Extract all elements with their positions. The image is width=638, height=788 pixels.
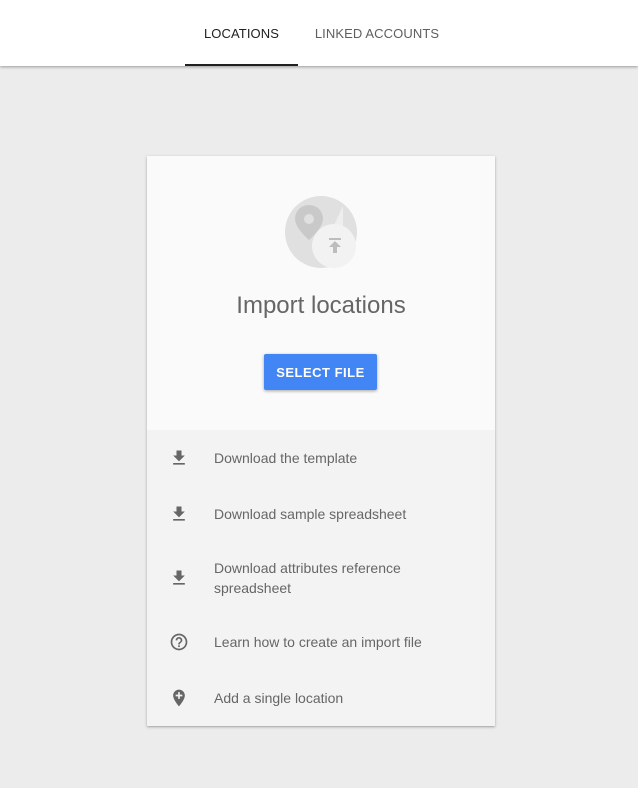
select-file-button[interactable]: SELECT FILE — [264, 354, 377, 390]
action-download-sample[interactable]: Download sample spreadsheet — [147, 486, 495, 542]
action-download-attributes[interactable]: Download attributes reference spreadshee… — [147, 542, 495, 612]
tab-locations[interactable]: LOCATIONS — [185, 0, 298, 66]
import-card: Import locations SELECT FILE Download th… — [147, 156, 495, 726]
download-icon — [173, 506, 185, 521]
download-icon — [173, 570, 185, 585]
action-learn-import-file[interactable]: Learn how to create an import file — [147, 612, 495, 670]
action-label: Add a single location — [214, 690, 344, 706]
action-label: Download the template — [214, 450, 358, 466]
action-label: Learn how to create an import file — [214, 634, 422, 650]
action-add-single-location[interactable]: Add a single location — [147, 670, 495, 726]
import-card-header: Import locations SELECT FILE — [147, 156, 495, 430]
download-icon — [173, 450, 185, 465]
tab-linked-accounts[interactable]: LINKED ACCOUNTS — [306, 0, 448, 66]
action-label: Download sample spreadsheet — [214, 506, 407, 522]
action-download-template[interactable]: Download the template — [147, 430, 495, 486]
top-tab-bar: LOCATIONS LINKED ACCOUNTS — [0, 0, 638, 66]
page-title: Import locations — [236, 292, 406, 319]
location-upload-icon — [285, 196, 357, 268]
add-location-icon — [173, 689, 185, 707]
action-label: Download attributes reference spreadshee… — [214, 560, 401, 596]
help-circle-icon — [170, 633, 188, 651]
